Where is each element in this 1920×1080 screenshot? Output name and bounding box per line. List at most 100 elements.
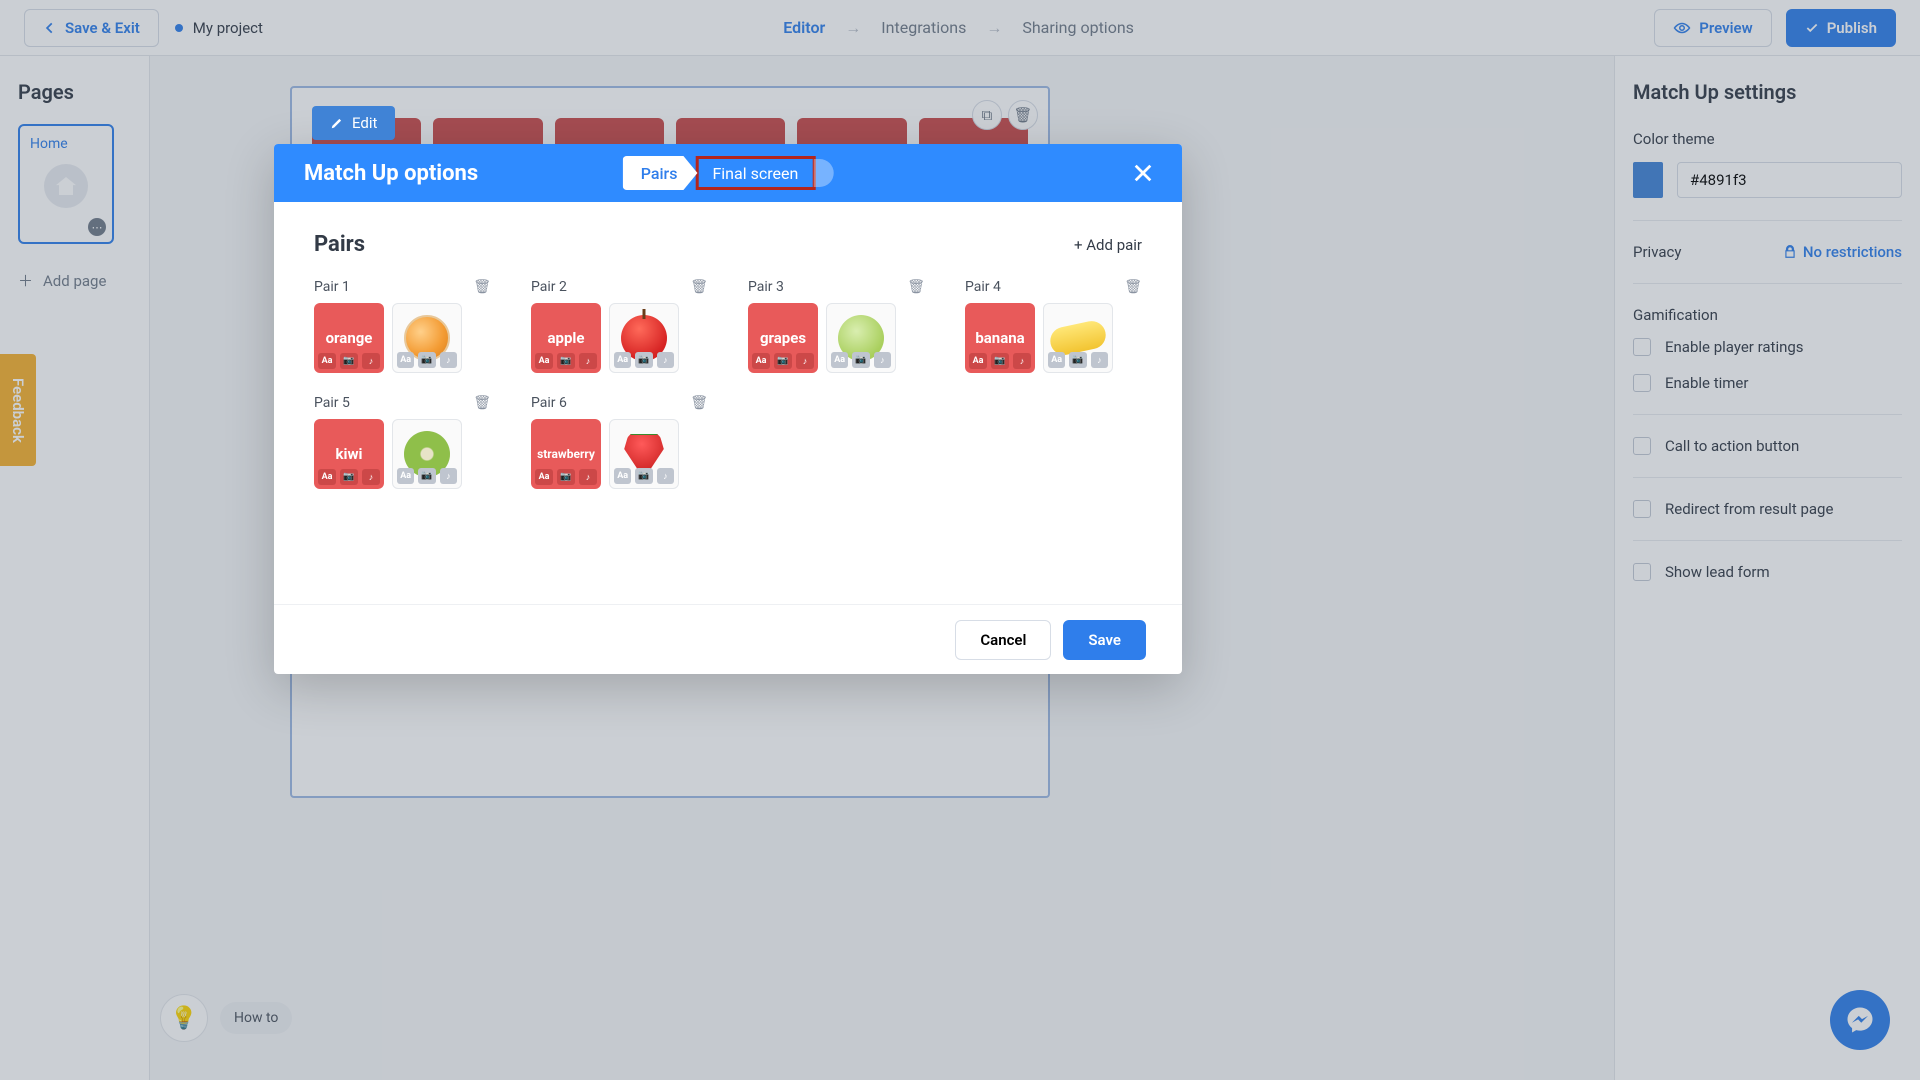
audio-tool-icon[interactable]: ♪ bbox=[874, 352, 891, 368]
text-tool-icon[interactable]: Aa bbox=[752, 353, 770, 369]
card-toolbar: Aa 📷 ♪ bbox=[318, 353, 380, 369]
text-tool-icon[interactable]: Aa bbox=[397, 352, 414, 368]
pair-item: Pair 3 🗑 grapes Aa 📷 ♪ Aa 📷 bbox=[748, 279, 925, 373]
modal-footer: Cancel Save bbox=[274, 604, 1182, 674]
text-tool-icon[interactable]: Aa bbox=[614, 468, 631, 484]
text-tool-icon[interactable]: Aa bbox=[535, 353, 553, 369]
modal-title: Match Up options bbox=[304, 161, 478, 186]
text-tool-icon[interactable]: Aa bbox=[1048, 352, 1065, 368]
delete-pair-icon[interactable]: 🗑 bbox=[690, 279, 708, 295]
text-tool-icon[interactable]: Aa bbox=[318, 353, 336, 369]
pair-text: orange bbox=[326, 329, 373, 347]
text-tool-icon[interactable]: Aa bbox=[318, 469, 336, 485]
pair-text: strawberry bbox=[537, 447, 595, 461]
modal-tabs: Pairs Final screen bbox=[623, 156, 834, 190]
image-tool-icon[interactable]: 📷 bbox=[852, 352, 869, 368]
tab-final-screen[interactable]: Final screen bbox=[695, 156, 815, 190]
modal-body: Pairs + Add pair Pair 1 🗑 orange Aa 📷 ♪ bbox=[274, 202, 1182, 604]
card-toolbar: Aa 📷 ♪ bbox=[318, 469, 380, 485]
pair-image-card[interactable]: Aa 📷 ♪ bbox=[392, 419, 462, 489]
card-toolbar: Aa 📷 ♪ bbox=[831, 352, 891, 368]
text-tool-icon[interactable]: Aa bbox=[969, 353, 987, 369]
close-button[interactable] bbox=[1128, 158, 1158, 188]
delete-pair-icon[interactable]: 🗑 bbox=[473, 395, 491, 411]
pair-image-card[interactable]: Aa 📷 ♪ bbox=[826, 303, 896, 373]
cancel-button[interactable]: Cancel bbox=[955, 620, 1051, 660]
audio-tool-icon[interactable]: ♪ bbox=[657, 352, 674, 368]
audio-tool-icon[interactable]: ♪ bbox=[440, 468, 457, 484]
edit-label: Edit bbox=[352, 114, 377, 132]
image-tool-icon[interactable]: 📷 bbox=[557, 353, 575, 369]
image-tool-icon[interactable]: 📷 bbox=[635, 352, 652, 368]
pair-label: Pair 3 bbox=[748, 279, 784, 295]
pair-text-card[interactable]: orange Aa 📷 ♪ bbox=[314, 303, 384, 373]
delete-pair-icon[interactable]: 🗑 bbox=[907, 279, 925, 295]
pair-image-card[interactable]: Aa 📷 ♪ bbox=[609, 303, 679, 373]
audio-tool-icon[interactable]: ♪ bbox=[440, 352, 457, 368]
card-toolbar: Aa 📷 ♪ bbox=[969, 353, 1031, 369]
image-tool-icon[interactable]: 📷 bbox=[1069, 352, 1086, 368]
pair-text-card[interactable]: banana Aa 📷 ♪ bbox=[965, 303, 1035, 373]
pairs-grid: Pair 1 🗑 orange Aa 📷 ♪ Aa 📷 bbox=[314, 279, 1142, 489]
audio-tool-icon[interactable]: ♪ bbox=[657, 468, 674, 484]
text-tool-icon[interactable]: Aa bbox=[397, 468, 414, 484]
pair-text: banana bbox=[975, 329, 1024, 347]
image-tool-icon[interactable]: 📷 bbox=[635, 468, 652, 484]
image-tool-icon[interactable]: 📷 bbox=[418, 352, 435, 368]
pairs-section-title: Pairs bbox=[314, 232, 365, 257]
audio-tool-icon[interactable]: ♪ bbox=[579, 469, 597, 485]
card-toolbar: Aa 📷 ♪ bbox=[1048, 352, 1108, 368]
image-tool-icon[interactable]: 📷 bbox=[340, 353, 358, 369]
image-tool-icon[interactable]: 📷 bbox=[991, 353, 1009, 369]
pair-item: Pair 6 🗑 strawberry Aa 📷 ♪ Aa 📷 bbox=[531, 395, 708, 489]
audio-tool-icon[interactable]: ♪ bbox=[362, 353, 380, 369]
pair-label: Pair 2 bbox=[531, 279, 567, 295]
delete-pair-icon[interactable]: 🗑 bbox=[1124, 279, 1142, 295]
image-tool-icon[interactable]: 📷 bbox=[340, 469, 358, 485]
pair-label: Pair 1 bbox=[314, 279, 350, 295]
image-tool-icon[interactable]: 📷 bbox=[418, 468, 435, 484]
image-tool-icon[interactable]: 📷 bbox=[557, 469, 575, 485]
pair-item: Pair 2 🗑 apple Aa 📷 ♪ Aa 📷 bbox=[531, 279, 708, 373]
pair-image-card[interactable]: Aa 📷 ♪ bbox=[392, 303, 462, 373]
pair-item: Pair 1 🗑 orange Aa 📷 ♪ Aa 📷 bbox=[314, 279, 491, 373]
pair-image-card[interactable]: Aa 📷 ♪ bbox=[609, 419, 679, 489]
audio-tool-icon[interactable]: ♪ bbox=[1091, 352, 1108, 368]
pair-text-card[interactable]: grapes Aa 📷 ♪ bbox=[748, 303, 818, 373]
delete-pair-icon[interactable]: 🗑 bbox=[690, 395, 708, 411]
text-tool-icon[interactable]: Aa bbox=[614, 352, 631, 368]
pair-text: apple bbox=[548, 329, 585, 347]
card-toolbar: Aa 📷 ♪ bbox=[397, 468, 457, 484]
pair-text-card[interactable]: strawberry Aa 📷 ♪ bbox=[531, 419, 601, 489]
matchup-modal: Match Up options Pairs Final screen Pair… bbox=[274, 144, 1182, 674]
pair-label: Pair 4 bbox=[965, 279, 1001, 295]
pair-label: Pair 5 bbox=[314, 395, 350, 411]
audio-tool-icon[interactable]: ♪ bbox=[579, 353, 597, 369]
card-toolbar: Aa 📷 ♪ bbox=[535, 353, 597, 369]
image-tool-icon[interactable]: 📷 bbox=[774, 353, 792, 369]
modal-header: Match Up options Pairs Final screen bbox=[274, 144, 1182, 202]
pair-image-card[interactable]: Aa 📷 ♪ bbox=[1043, 303, 1113, 373]
pair-item: Pair 5 🗑 kiwi Aa 📷 ♪ Aa 📷 bbox=[314, 395, 491, 489]
text-tool-icon[interactable]: Aa bbox=[831, 352, 848, 368]
pair-label: Pair 6 bbox=[531, 395, 567, 411]
pair-text: kiwi bbox=[336, 445, 363, 463]
audio-tool-icon[interactable]: ♪ bbox=[1013, 353, 1031, 369]
card-toolbar: Aa 📷 ♪ bbox=[614, 352, 674, 368]
pair-text-card[interactable]: kiwi Aa 📷 ♪ bbox=[314, 419, 384, 489]
edit-button[interactable]: Edit bbox=[312, 106, 395, 140]
pencil-icon bbox=[330, 116, 344, 130]
tab-pairs[interactable]: Pairs bbox=[623, 156, 698, 190]
add-pair-button[interactable]: + Add pair bbox=[1074, 236, 1142, 254]
card-toolbar: Aa 📷 ♪ bbox=[397, 352, 457, 368]
text-tool-icon[interactable]: Aa bbox=[535, 469, 553, 485]
save-button[interactable]: Save bbox=[1063, 620, 1146, 660]
audio-tool-icon[interactable]: ♪ bbox=[796, 353, 814, 369]
pair-item: Pair 4 🗑 banana Aa 📷 ♪ Aa 📷 bbox=[965, 279, 1142, 373]
audio-tool-icon[interactable]: ♪ bbox=[362, 469, 380, 485]
delete-pair-icon[interactable]: 🗑 bbox=[473, 279, 491, 295]
card-toolbar: Aa 📷 ♪ bbox=[614, 468, 674, 484]
card-toolbar: Aa 📷 ♪ bbox=[752, 353, 814, 369]
pair-text: grapes bbox=[760, 329, 806, 347]
pair-text-card[interactable]: apple Aa 📷 ♪ bbox=[531, 303, 601, 373]
